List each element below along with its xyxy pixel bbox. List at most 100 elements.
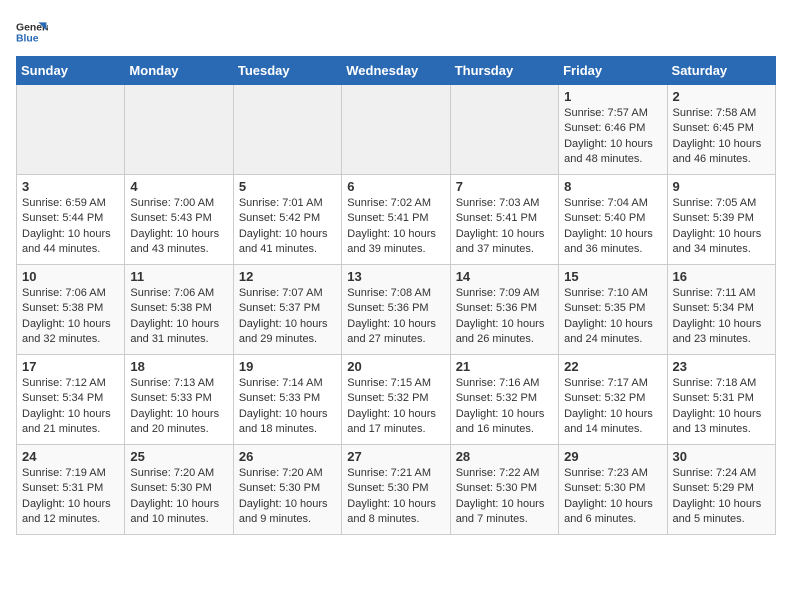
day-number: 29 xyxy=(564,449,661,464)
calendar-cell: 9 Sunrise: 7:05 AM Sunset: 5:39 PM Daylig… xyxy=(667,175,775,265)
weekday-header: Saturday xyxy=(667,57,775,85)
day-number: 30 xyxy=(673,449,770,464)
day-info: Sunrise: 7:11 AM Sunset: 5:34 PM Dayligh… xyxy=(673,286,770,348)
day-number: 7 xyxy=(456,179,553,194)
day-number: 21 xyxy=(456,359,553,374)
day-info: Sunrise: 7:15 AM Sunset: 5:32 PM Dayligh… xyxy=(347,376,444,438)
calendar-cell: 27 Sunrise: 7:21 AM Sunset: 5:30 PM Dayli… xyxy=(342,445,450,535)
calendar-table: SundayMondayTuesdayWednesdayThursdayFrid… xyxy=(16,56,776,535)
calendar-cell: 25 Sunrise: 7:20 AM Sunset: 5:30 PM Dayli… xyxy=(125,445,233,535)
day-info: Sunrise: 7:58 AM Sunset: 6:45 PM Dayligh… xyxy=(673,106,770,168)
day-number: 14 xyxy=(456,269,553,284)
day-info: Sunrise: 7:05 AM Sunset: 5:39 PM Dayligh… xyxy=(673,196,770,258)
day-number: 15 xyxy=(564,269,661,284)
day-number: 28 xyxy=(456,449,553,464)
calendar-cell xyxy=(342,85,450,175)
calendar-week-row: 17 Sunrise: 7:12 AM Sunset: 5:34 PM Dayli… xyxy=(17,355,776,445)
calendar-cell: 14 Sunrise: 7:09 AM Sunset: 5:36 PM Dayli… xyxy=(450,265,558,355)
day-number: 19 xyxy=(239,359,336,374)
day-info: Sunrise: 7:01 AM Sunset: 5:42 PM Dayligh… xyxy=(239,196,336,258)
calendar-week-row: 24Sunrise: 7:19 AM Sunset: 5:31 PM Dayli… xyxy=(17,445,776,535)
weekday-header: Thursday xyxy=(450,57,558,85)
calendar-cell: 4 Sunrise: 7:00 AM Sunset: 5:43 PM Daylig… xyxy=(125,175,233,265)
day-info: Sunrise: 7:24 AM Sunset: 5:29 PM Dayligh… xyxy=(673,466,770,528)
weekday-header: Friday xyxy=(559,57,667,85)
day-number: 17 xyxy=(22,359,119,374)
calendar-cell: 21 Sunrise: 7:16 AM Sunset: 5:32 PM Dayli… xyxy=(450,355,558,445)
weekday-header: Monday xyxy=(125,57,233,85)
day-number: 5 xyxy=(239,179,336,194)
day-info: Sunrise: 7:21 AM Sunset: 5:30 PM Dayligh… xyxy=(347,466,444,528)
calendar-cell xyxy=(233,85,341,175)
day-number: 3 xyxy=(22,179,119,194)
calendar-cell: 19 Sunrise: 7:14 AM Sunset: 5:33 PM Dayli… xyxy=(233,355,341,445)
day-info: Sunrise: 7:09 AM Sunset: 5:36 PM Dayligh… xyxy=(456,286,553,348)
calendar-cell: 23 Sunrise: 7:18 AM Sunset: 5:31 PM Dayli… xyxy=(667,355,775,445)
day-number: 18 xyxy=(130,359,227,374)
calendar-cell: 13 Sunrise: 7:08 AM Sunset: 5:36 PM Dayli… xyxy=(342,265,450,355)
day-number: 16 xyxy=(673,269,770,284)
calendar-cell xyxy=(17,85,125,175)
calendar-cell: 30 Sunrise: 7:24 AM Sunset: 5:29 PM Dayli… xyxy=(667,445,775,535)
weekday-header: Wednesday xyxy=(342,57,450,85)
weekday-header: Sunday xyxy=(17,57,125,85)
day-number: 10 xyxy=(22,269,119,284)
calendar-cell xyxy=(450,85,558,175)
day-info: Sunrise: 7:08 AM Sunset: 5:36 PM Dayligh… xyxy=(347,286,444,348)
day-number: 23 xyxy=(673,359,770,374)
day-info: Sunrise: 7:22 AM Sunset: 5:30 PM Dayligh… xyxy=(456,466,553,528)
calendar-week-row: 1 Sunrise: 7:57 AM Sunset: 6:46 PM Daylig… xyxy=(17,85,776,175)
calendar-week-row: 10 Sunrise: 7:06 AM Sunset: 5:38 PM Dayli… xyxy=(17,265,776,355)
day-number: 12 xyxy=(239,269,336,284)
day-number: 11 xyxy=(130,269,227,284)
day-info: Sunrise: 7:00 AM Sunset: 5:43 PM Dayligh… xyxy=(130,196,227,258)
day-info: Sunrise: 7:14 AM Sunset: 5:33 PM Dayligh… xyxy=(239,376,336,438)
day-info: Sunrise: 7:07 AM Sunset: 5:37 PM Dayligh… xyxy=(239,286,336,348)
day-number: 4 xyxy=(130,179,227,194)
day-info: Sunrise: 7:02 AM Sunset: 5:41 PM Dayligh… xyxy=(347,196,444,258)
calendar-cell: 15 Sunrise: 7:10 AM Sunset: 5:35 PM Dayli… xyxy=(559,265,667,355)
calendar-cell: 20Sunrise: 7:15 AM Sunset: 5:32 PM Dayli… xyxy=(342,355,450,445)
page-header: General Blue xyxy=(16,16,776,48)
day-info: Sunrise: 7:06 AM Sunset: 5:38 PM Dayligh… xyxy=(22,286,119,348)
calendar-cell: 26 Sunrise: 7:20 AM Sunset: 5:30 PM Dayli… xyxy=(233,445,341,535)
day-info: Sunrise: 7:04 AM Sunset: 5:40 PM Dayligh… xyxy=(564,196,661,258)
calendar-cell: 28 Sunrise: 7:22 AM Sunset: 5:30 PM Dayli… xyxy=(450,445,558,535)
calendar-cell: 16 Sunrise: 7:11 AM Sunset: 5:34 PM Dayli… xyxy=(667,265,775,355)
calendar-cell: 18Sunrise: 7:13 AM Sunset: 5:33 PM Dayli… xyxy=(125,355,233,445)
day-info: Sunrise: 6:59 AM Sunset: 5:44 PM Dayligh… xyxy=(22,196,119,258)
calendar-cell: 12 Sunrise: 7:07 AM Sunset: 5:37 PM Dayli… xyxy=(233,265,341,355)
calendar-cell: 1 Sunrise: 7:57 AM Sunset: 6:46 PM Daylig… xyxy=(559,85,667,175)
day-number: 8 xyxy=(564,179,661,194)
day-number: 27 xyxy=(347,449,444,464)
calendar-cell: 5 Sunrise: 7:01 AM Sunset: 5:42 PM Daylig… xyxy=(233,175,341,265)
day-info: Sunrise: 7:20 AM Sunset: 5:30 PM Dayligh… xyxy=(239,466,336,528)
day-number: 13 xyxy=(347,269,444,284)
day-info: Sunrise: 7:20 AM Sunset: 5:30 PM Dayligh… xyxy=(130,466,227,528)
calendar-cell: 17 Sunrise: 7:12 AM Sunset: 5:34 PM Dayli… xyxy=(17,355,125,445)
day-number: 9 xyxy=(673,179,770,194)
day-info: Sunrise: 7:18 AM Sunset: 5:31 PM Dayligh… xyxy=(673,376,770,438)
day-info: Sunrise: 7:23 AM Sunset: 5:30 PM Dayligh… xyxy=(564,466,661,528)
day-info: Sunrise: 7:19 AM Sunset: 5:31 PM Dayligh… xyxy=(22,466,119,528)
day-number: 25 xyxy=(130,449,227,464)
day-info: Sunrise: 7:03 AM Sunset: 5:41 PM Dayligh… xyxy=(456,196,553,258)
day-number: 6 xyxy=(347,179,444,194)
day-number: 26 xyxy=(239,449,336,464)
day-info: Sunrise: 7:12 AM Sunset: 5:34 PM Dayligh… xyxy=(22,376,119,438)
calendar-cell: 3 Sunrise: 6:59 AM Sunset: 5:44 PM Daylig… xyxy=(17,175,125,265)
day-number: 2 xyxy=(673,89,770,104)
calendar-cell: 6 Sunrise: 7:02 AM Sunset: 5:41 PM Daylig… xyxy=(342,175,450,265)
logo-icon: General Blue xyxy=(16,16,48,48)
day-info: Sunrise: 7:16 AM Sunset: 5:32 PM Dayligh… xyxy=(456,376,553,438)
calendar-cell: 8 Sunrise: 7:04 AM Sunset: 5:40 PM Daylig… xyxy=(559,175,667,265)
calendar-cell: 24Sunrise: 7:19 AM Sunset: 5:31 PM Dayli… xyxy=(17,445,125,535)
day-info: Sunrise: 7:10 AM Sunset: 5:35 PM Dayligh… xyxy=(564,286,661,348)
day-info: Sunrise: 7:57 AM Sunset: 6:46 PM Dayligh… xyxy=(564,106,661,168)
calendar-cell: 10 Sunrise: 7:06 AM Sunset: 5:38 PM Dayli… xyxy=(17,265,125,355)
calendar-cell xyxy=(125,85,233,175)
weekday-header: Tuesday xyxy=(233,57,341,85)
calendar-cell: 29 Sunrise: 7:23 AM Sunset: 5:30 PM Dayli… xyxy=(559,445,667,535)
calendar-cell: 7 Sunrise: 7:03 AM Sunset: 5:41 PM Daylig… xyxy=(450,175,558,265)
day-number: 1 xyxy=(564,89,661,104)
